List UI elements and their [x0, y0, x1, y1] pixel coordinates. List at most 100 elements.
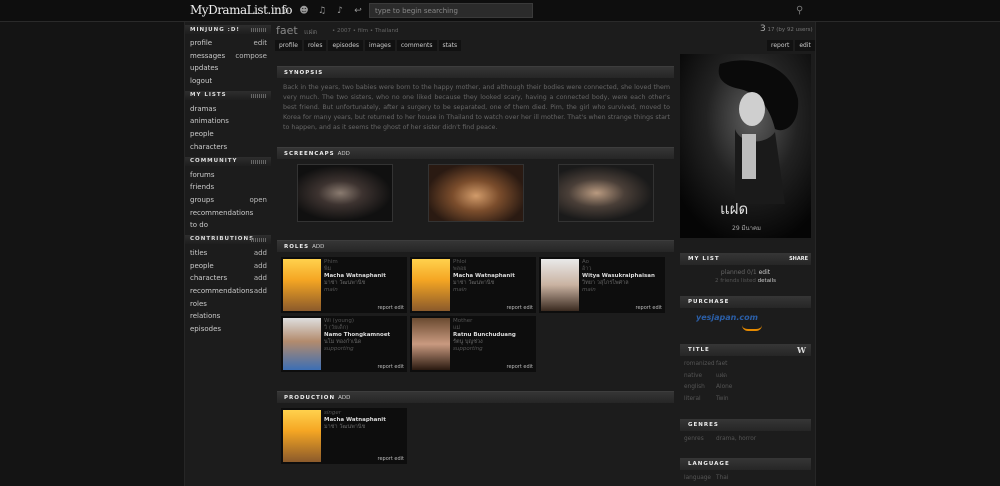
tab-stats[interactable]: stats — [438, 40, 462, 51]
edit-button[interactable]: edit — [795, 40, 815, 51]
mylist-edit-link[interactable]: edit — [759, 269, 771, 276]
sidebar-item-action-edit[interactable]: edit — [254, 37, 267, 50]
bell-icon[interactable]: ♫ — [316, 5, 328, 17]
person-photo[interactable] — [283, 410, 321, 462]
tab-comments[interactable]: comments — [396, 40, 437, 51]
reply-icon[interactable]: ↩ — [352, 5, 364, 17]
sidebar-item-logout[interactable]: logout — [185, 75, 271, 88]
screencap-image[interactable] — [427, 164, 524, 222]
card-character: Phim — [324, 259, 338, 265]
tab-images[interactable]: images — [365, 40, 395, 51]
synopsis-heading: SYNOPSIS — [277, 66, 674, 78]
sidebar-item-messages[interactable]: messages compose — [185, 50, 271, 63]
card-character-native: พลอย — [453, 266, 467, 272]
site-logo[interactable]: MyDramaList.info — [190, 3, 292, 17]
card-actor[interactable]: Namo Thongkamnoet — [324, 332, 390, 339]
sidebar-item-characters[interactable]: characters add — [185, 272, 271, 285]
role-card[interactable]: Mother แม่ Ratnu Bunchuduang รัตนู บุญช่วง s… — [410, 316, 536, 372]
screencap-image[interactable] — [297, 164, 393, 222]
music-icon[interactable]: ♪ — [334, 5, 346, 17]
card-info: Wi (young) วิ (วัยเด็ก) Namo Thongkamnoet น… — [324, 318, 390, 353]
card-actor[interactable]: Macha Watnaphanit — [324, 273, 386, 280]
sidebar-item-action-compose[interactable]: compose — [235, 50, 267, 63]
mylist-details-link[interactable]: details — [758, 278, 776, 284]
page-title: faet — [276, 24, 298, 37]
tab-episodes[interactable]: episodes — [328, 40, 364, 51]
sidebar-item-action-add[interactable]: add — [254, 272, 267, 285]
actor-photo[interactable] — [283, 259, 321, 311]
sidebar-item-label: characters — [190, 274, 228, 283]
sidebar-item-friends[interactable]: friends — [185, 181, 271, 194]
actor-photo[interactable] — [541, 259, 579, 311]
sidebar-item-profile[interactable]: profile edit — [185, 37, 271, 50]
report-edit-links[interactable]: report edit — [507, 305, 533, 311]
screencap-image[interactable] — [558, 164, 654, 222]
amazon-icon[interactable] — [742, 325, 762, 331]
sidebar-item-groups[interactable]: groups open — [185, 194, 271, 207]
sidebar-item-action-add[interactable]: add — [254, 260, 267, 273]
rating-count: 3 17 (by 92 users) — [760, 24, 813, 34]
sidebar-item-people[interactable]: people — [185, 128, 271, 141]
sidebar-item-label: people — [190, 130, 214, 139]
sidebar-item-characters[interactable]: characters — [185, 141, 271, 154]
sidebar-item-titles[interactable]: titles add — [185, 247, 271, 260]
mylist-heading: MY LIST SHARE — [680, 253, 811, 265]
sidebar-item-action-open[interactable]: open — [250, 194, 267, 207]
wikipedia-icon[interactable]: W — [797, 345, 807, 355]
search-input[interactable]: type to begin searching — [369, 3, 533, 18]
sidebar-item-action-add[interactable]: add — [254, 285, 267, 298]
roles-add-link[interactable]: ADD — [312, 244, 324, 250]
tab-roles[interactable]: roles — [303, 40, 327, 51]
sidebar-item-episodes[interactable]: episodes — [185, 323, 271, 336]
sidebar-item-recommendations[interactable]: recommendations add — [185, 285, 271, 298]
synopsis-text: Back in the years, two babies were born … — [283, 84, 670, 131]
role-card[interactable]: Phloi พลอย Macha Watnaphanit มาช่า วัฒนพานิ… — [410, 257, 536, 313]
sidebar-item-people[interactable]: people add — [185, 260, 271, 273]
report-button[interactable]: report — [767, 40, 794, 51]
production-heading: PRODUCTION ADD — [277, 391, 674, 403]
sidebar-item-action-add[interactable]: add — [254, 247, 267, 260]
actor-photo[interactable] — [283, 318, 321, 370]
sidebar-item-roles[interactable]: roles — [185, 298, 271, 311]
sidebar-item-updates[interactable]: updates — [185, 62, 271, 75]
role-card[interactable]: Wi (young) วิ (วัยเด็ก) Namo Thongkamnoet น… — [281, 316, 407, 372]
card-character-native: วิ (วัยเด็ก) — [324, 325, 349, 331]
sidebar-item-recommendations[interactable]: recommendations — [185, 207, 271, 220]
sidebar-item-animations[interactable]: animations — [185, 115, 271, 128]
report-edit-links[interactable]: report edit — [507, 364, 533, 370]
card-person[interactable]: Macha Watnaphanit — [324, 417, 386, 424]
sidebar-item-forums[interactable]: forums — [185, 169, 271, 182]
title-meta: • 2007 • film • Thailand — [332, 28, 399, 34]
poster-image[interactable]: แฝด 29 มีนาคม — [680, 54, 811, 238]
yesjapan-store-link[interactable]: yesjapan.com — [696, 313, 813, 322]
sidebar-item-label: characters — [190, 142, 228, 151]
sidebar: MINJUNG :D! profile edit messages compose up… — [185, 22, 271, 336]
sidebar-item-to-do[interactable]: to do — [185, 219, 271, 232]
tab-profile[interactable]: profile — [275, 40, 302, 51]
poster-title: แฝด — [720, 200, 748, 218]
card-actor[interactable]: Macha Watnaphanit — [453, 273, 515, 280]
role-card[interactable]: Ao อ้าว Witya Wasukraiphaisan วิทยา วสุไกรไ… — [539, 257, 665, 313]
card-character-native: แม่ — [453, 325, 461, 331]
actor-photo[interactable] — [412, 318, 450, 370]
sidebar-item-relations[interactable]: relations — [185, 310, 271, 323]
info-key: romanized — [684, 361, 715, 367]
sidebar-item-dramas[interactable]: dramas — [185, 103, 271, 116]
card-actor[interactable]: Witya Wasukraiphaisan — [582, 273, 655, 280]
actor-photo[interactable] — [412, 259, 450, 311]
info-value: drama, horror — [716, 436, 757, 442]
share-button[interactable]: SHARE — [789, 256, 808, 262]
screencaps-add-link[interactable]: ADD — [338, 151, 350, 157]
report-edit-links[interactable]: report edit — [636, 305, 662, 311]
home-icon[interactable]: ⌂ — [280, 5, 292, 17]
report-edit-links[interactable]: report edit — [378, 305, 404, 311]
production-card[interactable]: singer Macha Watnaphanit มาช่า วัฒนพานิช re… — [281, 408, 407, 464]
role-card[interactable]: Phim พิม Macha Watnaphanit มาช่า วัฒนพานิช m… — [281, 257, 407, 313]
report-edit-links[interactable]: report edit — [378, 456, 404, 462]
production-add-link[interactable]: ADD — [338, 395, 350, 401]
tag-icon[interactable]: ⚲ — [796, 5, 803, 16]
report-edit-links[interactable]: report edit — [378, 364, 404, 370]
users-icon[interactable]: ☻ — [298, 5, 310, 17]
card-actor[interactable]: Ratnu Bunchuduang — [453, 332, 516, 339]
card-character-native: อ้าว — [582, 266, 592, 272]
